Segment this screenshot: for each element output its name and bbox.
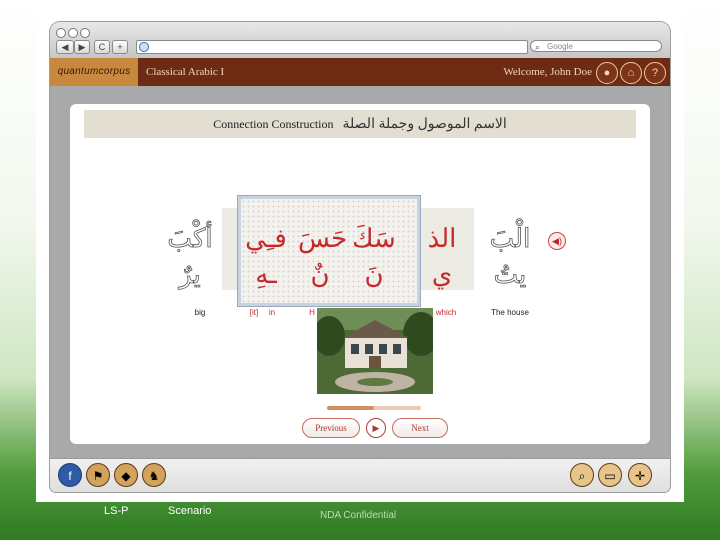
lesson-progress-fill [327, 406, 374, 410]
word-lived-top[interactable]: سَكَ [350, 224, 398, 254]
add-bookmark-button[interactable]: + [112, 40, 128, 54]
footer-label-1: LS-P [104, 505, 129, 517]
compass-icon[interactable]: ✛ [628, 463, 652, 487]
word-which-top[interactable]: الذ [414, 224, 470, 254]
welcome-text: Welcome, John Doe [503, 66, 592, 78]
word-in-it-top[interactable]: فـِي [242, 224, 290, 254]
home-icon[interactable]: ⌂ [620, 62, 642, 84]
camel-icon[interactable]: ♞ [142, 463, 166, 487]
gloss-in: in [268, 308, 276, 317]
gloss-the-house: The house [491, 308, 529, 317]
word-big-top[interactable]: أكْبَ [162, 224, 218, 255]
search-icon[interactable]: ⌕ [570, 463, 594, 487]
previous-button[interactable]: Previous [302, 418, 360, 438]
word-the-house-bottom[interactable]: يتُ [480, 260, 540, 291]
facebook-icon[interactable]: f [58, 463, 82, 487]
bottom-toolbar: f ⚑ ◆ ♞ ⌕ ▭ ✛ [50, 458, 670, 492]
footer-label-2: Scenario [168, 505, 212, 517]
gloss-it: [it] [249, 308, 259, 317]
user-icon[interactable]: ● [596, 62, 618, 84]
lesson-progress [327, 406, 421, 410]
browser-search-input[interactable]: ⌕ Google [530, 40, 662, 52]
browser-titlebar: ◀ ▶ C + ⌕ Google [50, 22, 670, 59]
word-good-top[interactable]: حَسَ [298, 224, 347, 254]
search-icon: ⌕ [535, 42, 541, 52]
word-in-it-bottom[interactable]: ـهِ [242, 260, 290, 290]
back-button[interactable]: ◀ [56, 40, 74, 54]
word-big-bottom[interactable]: يرٌ [162, 260, 218, 291]
word-which-bottom[interactable]: ي [414, 260, 470, 290]
speaker-icon[interactable]: ◀) [548, 232, 566, 250]
zoom-window-icon[interactable] [80, 28, 90, 38]
search-placeholder: Google [547, 42, 573, 51]
logo: quantumcorpus [50, 58, 138, 86]
word-lived-bottom[interactable]: نَ [350, 260, 398, 290]
reload-button[interactable]: C [94, 40, 110, 54]
lesson-panel: Connection Construction الاسم الموصول وج… [70, 104, 650, 444]
globe-icon [139, 42, 149, 52]
flag-icon[interactable]: ⚑ [86, 463, 110, 487]
book-icon[interactable]: ▭ [598, 463, 622, 487]
gloss-big: big [194, 308, 206, 317]
course-title: Classical Arabic I [146, 66, 225, 78]
play-button[interactable]: ▶ [366, 418, 386, 438]
word-good-bottom[interactable]: نٌ [298, 260, 342, 290]
help-icon[interactable]: ? [644, 62, 666, 84]
lesson-title: Connection Construction الاسم الموصول وج… [84, 110, 636, 138]
lesson-title-ar: الاسم الموصول وجملة الصلة [342, 117, 507, 132]
forward-button[interactable]: ▶ [74, 40, 90, 54]
app-header: quantumcorpus Classical Arabic I Welcome… [50, 58, 670, 86]
browser-window: ◀ ▶ C + ⌕ Google quantumcorpus Classical… [50, 22, 670, 492]
next-button[interactable]: Next [392, 418, 448, 438]
map-icon[interactable]: ◆ [114, 463, 138, 487]
minimize-window-icon[interactable] [68, 28, 78, 38]
close-window-icon[interactable] [56, 28, 66, 38]
url-bar[interactable] [136, 40, 528, 54]
lesson-title-en: Connection Construction [213, 117, 334, 131]
nda-label: NDA Confidential [320, 510, 397, 521]
house-photo [317, 308, 433, 394]
word-the-house-top[interactable]: الْبَ [480, 224, 540, 255]
